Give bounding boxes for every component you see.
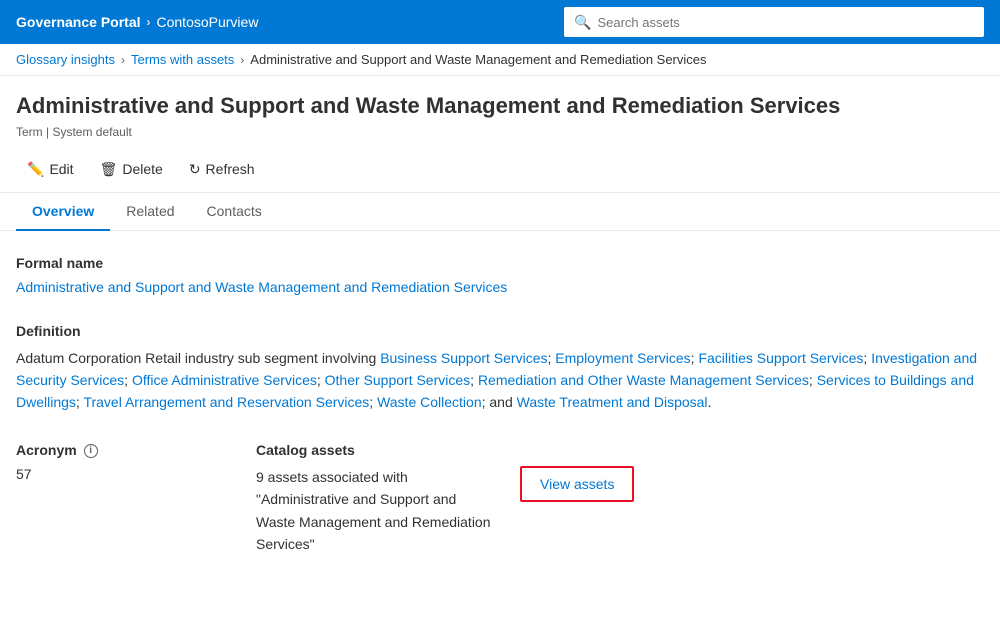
- def-link-business-support[interactable]: Business Support Services: [380, 350, 547, 366]
- tabs-bar: Overview Related Contacts: [0, 193, 1000, 231]
- breadcrumb-terms-with-assets[interactable]: Terms with assets: [131, 52, 234, 67]
- page-title: Administrative and Support and Waste Man…: [16, 92, 984, 121]
- search-bar[interactable]: 🔍: [564, 7, 984, 37]
- page-header: Administrative and Support and Waste Man…: [0, 76, 1000, 147]
- top-nav-bar: Governance Portal › ContosoPurview 🔍: [0, 0, 1000, 44]
- search-input[interactable]: [597, 15, 974, 30]
- catalog-assets-title: Catalog assets: [256, 442, 634, 458]
- delete-button[interactable]: 🗑 Delete: [89, 155, 174, 184]
- definition-title: Definition: [16, 323, 984, 339]
- def-link-employment[interactable]: Employment Services: [555, 350, 690, 366]
- breadcrumb-sep-2: ›: [240, 53, 244, 67]
- toolbar: ✏️ Edit 🗑 Delete ↻ Refresh: [0, 147, 1000, 193]
- formal-name-value: Administrative and Support and Waste Man…: [16, 279, 984, 295]
- refresh-label: Refresh: [206, 161, 255, 177]
- acronym-title: Acronym i: [16, 442, 216, 458]
- edit-button[interactable]: ✏️ Edit: [16, 155, 85, 184]
- catalog-col: 9 assets associated with "Administrative…: [256, 466, 634, 556]
- page-subtitle: Term | System default: [16, 125, 984, 139]
- product-label: ContosoPurview: [157, 14, 259, 30]
- portal-label: Governance Portal: [16, 14, 141, 30]
- def-link-office[interactable]: Office Administrative Services: [132, 372, 317, 388]
- acronym-section: Acronym i 57: [16, 442, 216, 556]
- formal-name-section: Formal name Administrative and Support a…: [16, 255, 984, 295]
- breadcrumb: Glossary insights › Terms with assets › …: [0, 44, 1000, 76]
- tab-related[interactable]: Related: [110, 193, 190, 231]
- bottom-two-col: Acronym i 57 Catalog assets 9 assets ass…: [16, 442, 984, 556]
- breadcrumb-sep-1: ›: [121, 53, 125, 67]
- refresh-icon: ↻: [189, 161, 201, 178]
- refresh-button[interactable]: ↻ Refresh: [178, 155, 266, 184]
- edit-icon: ✏️: [27, 161, 44, 178]
- portal-brand: Governance Portal › ContosoPurview: [16, 14, 258, 30]
- def-link-waste-collection[interactable]: Waste Collection: [377, 394, 482, 410]
- content-area: Formal name Administrative and Support a…: [0, 231, 1000, 580]
- edit-label: Edit: [49, 161, 73, 177]
- def-link-other-support[interactable]: Other Support Services: [325, 372, 471, 388]
- def-link-remediation[interactable]: Remediation and Other Waste Management S…: [478, 372, 809, 388]
- definition-section: Definition Adatum Corporation Retail ind…: [16, 323, 984, 414]
- nav-chevron: ›: [147, 15, 151, 29]
- catalog-assets-description: 9 assets associated with "Administrative…: [256, 466, 496, 556]
- catalog-assets-section: Catalog assets 9 assets associated with …: [256, 442, 634, 556]
- acronym-value: 57: [16, 466, 216, 482]
- breadcrumb-current: Administrative and Support and Waste Man…: [250, 52, 706, 67]
- delete-icon: 🗑: [100, 161, 118, 178]
- tab-overview[interactable]: Overview: [16, 193, 110, 231]
- tab-contacts[interactable]: Contacts: [191, 193, 278, 231]
- breadcrumb-glossary-insights[interactable]: Glossary insights: [16, 52, 115, 67]
- delete-label: Delete: [122, 161, 162, 177]
- def-link-facilities[interactable]: Facilities Support Services: [698, 350, 863, 366]
- acronym-info-icon[interactable]: i: [84, 444, 98, 458]
- def-link-travel[interactable]: Travel Arrangement and Reservation Servi…: [83, 394, 369, 410]
- def-link-waste-treatment[interactable]: Waste Treatment and Disposal: [517, 394, 708, 410]
- view-assets-button[interactable]: View assets: [520, 466, 634, 502]
- definition-text: Adatum Corporation Retail industry sub s…: [16, 347, 984, 414]
- formal-name-title: Formal name: [16, 255, 984, 271]
- search-icon: 🔍: [574, 14, 591, 31]
